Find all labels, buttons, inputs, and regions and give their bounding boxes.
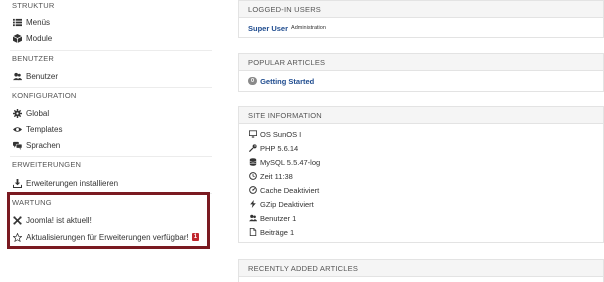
cube-icon: [12, 33, 22, 43]
sidebar-item-sprachen[interactable]: Sprachen: [12, 138, 60, 152]
logged-in-user-row: Super User Administration: [239, 21, 603, 35]
info-gzip: GZip Deaktiviert: [260, 199, 314, 209]
sidebar-item-label: Menüs: [26, 17, 51, 27]
sidebar-item-module[interactable]: Module: [12, 31, 52, 45]
section-struktur: STRUKTUR: [12, 1, 55, 10]
users-icon: [248, 214, 257, 223]
info-row-users: Benutzer 1: [239, 211, 603, 225]
sidebar-item-global[interactable]: Global: [12, 106, 49, 120]
hits-badge: 0: [248, 77, 258, 85]
popular-article-row: 0 Getting Started: [239, 74, 603, 88]
user-link[interactable]: Super User: [248, 24, 288, 33]
eye-icon: [12, 124, 22, 134]
sidebar-item-label: Sprachen: [26, 140, 61, 150]
sidebar: STRUKTUR Menüs Module BENUTZER Benutzer …: [0, 0, 222, 282]
logged-in-users-panel: LOGGED-IN USERS Super User Administratio…: [238, 0, 604, 38]
gear-icon: [12, 108, 22, 118]
panel-title: LOGGED-IN USERS: [239, 1, 603, 18]
sidebar-item-label: Module: [26, 33, 53, 43]
info-php: PHP 5.6.14: [260, 143, 299, 153]
section-erweiterungen: ERWEITERUNGEN: [12, 160, 82, 169]
sidebar-item-menus[interactable]: Menüs: [12, 15, 50, 29]
sidebar-item-benutzer[interactable]: Benutzer: [12, 69, 58, 83]
panel-title: RECENTLY ADDED ARTICLES: [239, 260, 603, 277]
users-icon: [12, 71, 22, 81]
info-row-cache: Cache Deaktiviert: [239, 183, 603, 197]
list-icon: [12, 17, 22, 27]
sidebar-item-label: Erweiterungen installieren: [26, 178, 119, 188]
info-articles: Beiträge 1: [260, 227, 295, 237]
lightning-icon: [248, 200, 257, 209]
panel-title: SITE INFORMATION: [239, 107, 603, 124]
clock-icon: [248, 172, 257, 181]
info-row-mysql: MySQL 5.5.47-log: [239, 155, 603, 169]
user-role: Administration: [291, 25, 326, 31]
info-cache: Cache Deaktiviert: [260, 185, 320, 195]
section-konfiguration: KONFIGURATION: [12, 91, 77, 100]
divider: [10, 50, 212, 51]
info-row-php: PHP 5.6.14: [239, 141, 603, 155]
info-row-os: OS SunOS I: [239, 127, 603, 141]
popular-articles-panel: POPULAR ARTICLES 0 Getting Started: [238, 53, 604, 92]
download-icon: [12, 178, 22, 188]
sidebar-item-label: Benutzer: [26, 71, 59, 81]
info-os: OS SunOS I: [260, 129, 302, 139]
recent-articles-panel: RECENTLY ADDED ARTICLES: [238, 259, 604, 282]
info-row-time: Zeit 11:38: [239, 169, 603, 183]
sidebar-item-label: Global: [26, 108, 50, 118]
divider: [10, 87, 212, 88]
section-benutzer: BENUTZER: [12, 54, 55, 63]
comments-icon: [12, 140, 22, 150]
article-link[interactable]: Getting Started: [260, 77, 314, 86]
info-row-gzip: GZip Deaktiviert: [239, 197, 603, 211]
site-information-panel: SITE INFORMATION OS SunOS I PHP 5.6.14 M…: [238, 106, 604, 243]
panel-title: POPULAR ARTICLES: [239, 54, 603, 71]
wartung-highlight-box: [7, 192, 210, 249]
database-icon: [248, 158, 257, 167]
info-mysql: MySQL 5.5.47-log: [260, 157, 321, 167]
key-icon: [248, 144, 257, 153]
dashboard-icon: [248, 186, 257, 195]
info-time: Zeit 11:38: [260, 171, 293, 181]
file-icon: [248, 228, 257, 237]
sidebar-item-templates[interactable]: Templates: [12, 122, 62, 136]
divider: [10, 156, 212, 157]
desktop-icon: [248, 130, 257, 139]
info-row-articles: Beiträge 1: [239, 225, 603, 239]
sidebar-item-label: Templates: [26, 124, 63, 134]
info-users: Benutzer 1: [260, 213, 297, 223]
sidebar-item-install[interactable]: Erweiterungen installieren: [12, 176, 118, 190]
